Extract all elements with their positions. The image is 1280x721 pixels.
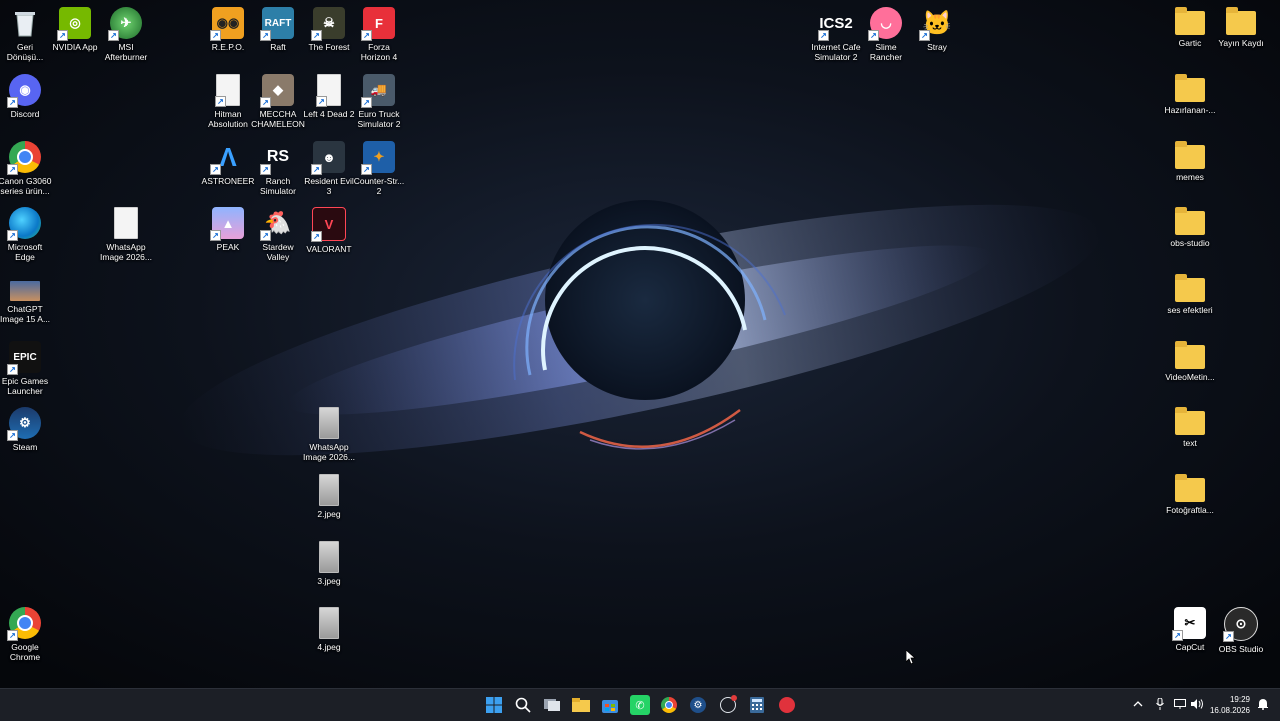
desktop-icon-ets2[interactable]: 🚚 ↗ Euro Truck Simulator 2 — [349, 71, 409, 133]
desktop-folder-text[interactable]: text — [1160, 404, 1220, 466]
nvidia-icon: ◎ ↗ — [57, 7, 91, 41]
desktop-icon-google-chrome[interactable]: ↗ Google Chrome — [0, 604, 55, 666]
msi-afterburner-icon: ✈ ↗ — [108, 7, 142, 41]
desktop-folder-ses-efektleri[interactable]: ses efektleri — [1160, 271, 1220, 333]
search-icon[interactable] — [513, 695, 533, 715]
ics2-icon: ICS2 ↗ — [818, 14, 853, 41]
desktop-icon-forza[interactable]: F ↗ Forza Horizon 4 — [349, 4, 409, 66]
folder-icon — [1175, 74, 1205, 102]
document-icon — [114, 207, 138, 239]
image-icon — [10, 281, 40, 301]
clock-time: 19:29 — [1229, 695, 1250, 704]
mouse-cursor-icon — [906, 650, 916, 664]
desktop-folder-yayin-kaydi[interactable]: Yayın Kaydı — [1211, 4, 1271, 66]
desktop-icon-whatsapp-image[interactable]: WhatsApp Image 2026... — [96, 204, 156, 266]
desktop-wallpaper — [0, 0, 1280, 688]
desktop-icon-3-jpeg[interactable]: 3.jpeg — [299, 538, 359, 600]
desktop-folder-memes[interactable]: memes — [1160, 138, 1220, 200]
calculator-icon[interactable] — [747, 695, 767, 715]
desktop-icon-chatgpt-image[interactable]: ChatGPT Image 15 A... — [0, 271, 55, 333]
stardew-icon: 🐔 ↗ — [260, 207, 294, 241]
desktop-icon-obs-studio[interactable]: ⊙ ↗ OBS Studio — [1211, 604, 1271, 666]
folder-icon — [1175, 407, 1205, 435]
ranch-icon: RS ↗ — [260, 141, 294, 175]
document-icon: ↗ — [316, 74, 341, 107]
start-icon[interactable] — [484, 695, 504, 715]
desktop-folder-fotograflar[interactable]: Fotoğraftla... — [1160, 471, 1220, 533]
desktop-icon-msi-afterburner[interactable]: ✈ ↗ MSI Afterburner — [96, 4, 156, 66]
raft-icon: RAFT ↗ — [260, 7, 294, 41]
desktop-icon-discord[interactable]: ◉ ↗ Discord — [0, 71, 55, 133]
photo-icon — [319, 607, 339, 639]
steam-icon: ⚙ ↗ — [7, 407, 41, 441]
task-view-icon[interactable] — [542, 695, 562, 715]
desktop-icon-valorant[interactable]: V ↗ VALORANT — [299, 204, 359, 266]
desktop-icon-stray[interactable]: 🐱 ↗ Stray — [907, 4, 967, 66]
discord-icon: ◉ ↗ — [7, 74, 41, 108]
peak-icon: ▲ ↗ — [210, 207, 244, 241]
desktop-icon-edge[interactable]: ↗ Microsoft Edge — [0, 204, 55, 266]
network-icon[interactable] — [1173, 697, 1187, 711]
chrome-icon: ↗ — [7, 607, 41, 641]
the-forest-icon: ☠ ↗ — [311, 7, 345, 41]
folder-icon — [1175, 274, 1205, 302]
whatsapp-icon[interactable]: ✆ — [630, 695, 650, 715]
clock-app-icon[interactable] — [718, 695, 738, 715]
meccha-icon: ◆ ↗ — [260, 74, 294, 108]
chrome-icon: ↗ — [7, 141, 41, 175]
folder-icon — [1175, 474, 1205, 502]
desktop-icon-canon[interactable]: ↗ Canon G3060 series ürün... — [0, 138, 55, 200]
recycle-bin-icon — [9, 7, 41, 39]
folder-icon — [1226, 7, 1256, 35]
desktop-folder-obs-studio[interactable]: obs-studio — [1160, 204, 1220, 266]
chrome-icon[interactable] — [659, 695, 679, 715]
repo-icon: ◉◉ ↗ — [210, 7, 244, 41]
edge-icon: ↗ — [7, 207, 41, 241]
resident-evil-icon: ☻ ↗ — [311, 141, 345, 175]
taskbar: ✆ ⚙ 19:29 16.08.2026 — [0, 688, 1280, 721]
photo-icon — [319, 541, 339, 573]
forza-icon: F ↗ — [361, 7, 395, 41]
valorant-icon: V ↗ — [311, 207, 346, 242]
microphone-icon[interactable] — [1153, 697, 1167, 711]
capcut-icon: ✂ ↗ — [1172, 607, 1206, 641]
steam-icon[interactable]: ⚙ — [688, 695, 708, 715]
folder-icon — [1175, 341, 1205, 369]
clock-date: 16.08.2026 — [1209, 706, 1250, 715]
app-red-icon[interactable] — [777, 695, 797, 715]
desktop-icon-whatsapp-image-2[interactable]: WhatsApp Image 2026... — [299, 404, 359, 466]
desktop-icon-counter-strike[interactable]: ✦ ↗ Counter-Str... 2 — [349, 138, 409, 200]
astroneer-icon: Λ ↗ — [210, 141, 244, 175]
folder-icon — [1175, 141, 1205, 169]
desktop-icon-epic-games[interactable]: EPIC ↗ Epic Games Launcher — [0, 338, 55, 400]
store-icon[interactable] — [600, 695, 620, 715]
counter-strike-icon: ✦ ↗ — [361, 141, 395, 175]
show-hidden-icons-icon[interactable] — [1131, 697, 1145, 711]
notification-icon[interactable] — [1256, 697, 1270, 711]
stray-icon: 🐱 ↗ — [919, 7, 953, 41]
folder-icon — [1175, 207, 1205, 235]
epic-games-icon: EPIC ↗ — [7, 341, 41, 375]
document-icon: ↗ — [215, 74, 240, 107]
folder-icon — [1175, 7, 1205, 35]
desktop-folder-hazirlanan[interactable]: Hazırlanan-... — [1160, 71, 1220, 133]
slime-rancher-icon: ◡ ↗ — [868, 7, 902, 41]
ets2-icon: 🚚 ↗ — [361, 74, 395, 108]
desktop-icon-steam[interactable]: ⚙ ↗ Steam — [0, 404, 55, 466]
system-clock[interactable]: 19:29 16.08.2026 — [1202, 694, 1250, 716]
file-explorer-icon[interactable] — [571, 695, 591, 715]
desktop-icon-2-jpeg[interactable]: 2.jpeg — [299, 471, 359, 533]
desktop-icon-4-jpeg[interactable]: 4.jpeg — [299, 604, 359, 666]
obs-icon: ⊙ ↗ — [1223, 607, 1258, 642]
photo-icon — [319, 407, 339, 439]
photo-icon — [319, 474, 339, 506]
desktop-folder-videometin[interactable]: VideoMetin... — [1160, 338, 1220, 400]
